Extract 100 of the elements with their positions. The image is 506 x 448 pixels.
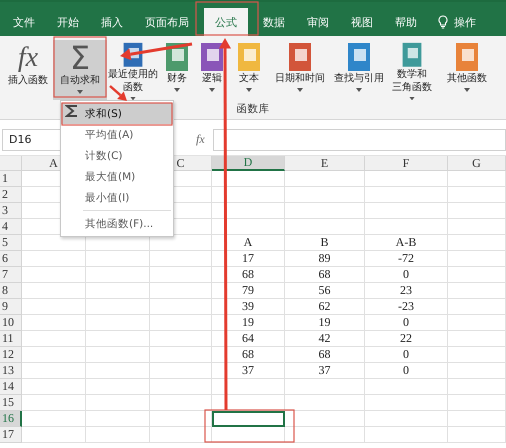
table-cell: [448, 379, 506, 395]
ribbon-button[interactable]: 财务: [159, 40, 195, 100]
table-cell: 37: [212, 363, 285, 379]
table-cell: [448, 267, 506, 283]
ribbon-button[interactable]: 数学和 三角函数: [387, 40, 437, 100]
row-header[interactable]: 14: [0, 379, 22, 395]
table-cell: 22: [365, 331, 448, 347]
table-cell: [150, 395, 212, 411]
row-header[interactable]: 7: [0, 267, 22, 283]
menu-item[interactable]: 平均值(A): [61, 124, 173, 145]
table-cell: [448, 283, 506, 299]
table-cell: 0: [365, 315, 448, 331]
highlight-frame: [53, 36, 107, 98]
table-cell: [448, 299, 506, 315]
ribbon-button[interactable]: Σ 自动求和: [53, 40, 107, 100]
row-header[interactable]: 17: [0, 427, 22, 443]
table-cell: [22, 299, 86, 315]
ribbon-tab[interactable]: 公式: [204, 8, 248, 36]
ribbon-button[interactable]: 文本: [229, 40, 269, 100]
table-cell: [448, 427, 506, 443]
table-cell: 37: [285, 363, 365, 379]
table-cell: [150, 315, 212, 331]
table-cell: [22, 379, 86, 395]
column-header[interactable]: E: [285, 156, 365, 171]
table-cell: A-B: [365, 235, 448, 251]
table-cell: 0: [365, 363, 448, 379]
row-header[interactable]: 2: [0, 187, 22, 203]
table-cell: 39: [212, 299, 285, 315]
row-header[interactable]: 3: [0, 203, 22, 219]
table-cell: [86, 395, 150, 411]
ribbon-button[interactable]: 日期和时间: [269, 40, 331, 100]
table-cell: [150, 251, 212, 267]
menu-item[interactable]: 求和(S): [61, 103, 173, 124]
lightbulb-icon[interactable]: [438, 15, 448, 29]
row-header[interactable]: 16: [0, 411, 22, 427]
table-cell: 17: [212, 251, 285, 267]
ribbon-button[interactable]: 其他函数: [437, 40, 497, 100]
row-header[interactable]: 13: [0, 363, 22, 379]
table-cell: [86, 331, 150, 347]
table-cell: [22, 315, 86, 331]
insert-function-button[interactable]: fx: [196, 132, 205, 147]
table-cell: [448, 235, 506, 251]
menu-item[interactable]: 其他函数(F)...: [61, 213, 173, 234]
group-label: 函数库: [236, 102, 270, 116]
table-cell: [150, 379, 212, 395]
table-cell: 68: [212, 267, 285, 283]
column-header[interactable]: D: [212, 156, 285, 171]
ribbon-tab[interactable]: 帮助: [384, 8, 428, 36]
table-cell: 68: [285, 267, 365, 283]
row-header[interactable]: 15: [0, 395, 22, 411]
formula-input[interactable]: [212, 128, 506, 150]
sigma-icon: [65, 104, 79, 118]
table-cell: 79: [212, 283, 285, 299]
tell-me-search[interactable]: 操作: [454, 14, 476, 30]
table-cell: [86, 267, 150, 283]
ribbon-tab[interactable]: 视图: [340, 8, 384, 36]
row-header[interactable]: 6: [0, 251, 22, 267]
menu-item[interactable]: 最小值(I): [61, 187, 173, 208]
table-cell: [448, 331, 506, 347]
row-header[interactable]: 10: [0, 315, 22, 331]
table-cell: 68: [212, 347, 285, 363]
ribbon-tab[interactable]: 数据: [252, 8, 296, 36]
table-cell: B: [285, 235, 365, 251]
table-cell: [86, 299, 150, 315]
row-header[interactable]: 9: [0, 299, 22, 315]
table-cell: 64: [212, 331, 285, 347]
ribbon-tab[interactable]: 文件: [2, 8, 46, 36]
ribbon-tab[interactable]: 审阅: [296, 8, 340, 36]
table-cell: [86, 379, 150, 395]
column-header[interactable]: F: [365, 156, 448, 171]
row-header[interactable]: 8: [0, 283, 22, 299]
table-cell: 19: [212, 315, 285, 331]
table-cell: [448, 315, 506, 331]
table-cell: A: [212, 235, 285, 251]
table-cell: [150, 347, 212, 363]
column-header[interactable]: G: [448, 156, 506, 171]
active-cell[interactable]: [212, 411, 285, 427]
table-cell: 42: [285, 331, 365, 347]
table-cell: [22, 395, 86, 411]
row-header[interactable]: 4: [0, 219, 22, 235]
row-header[interactable]: 12: [0, 347, 22, 363]
table-cell: [22, 427, 86, 443]
table-cell: -72: [365, 251, 448, 267]
ribbon-tab[interactable]: 页面布局: [134, 8, 200, 36]
row-header[interactable]: 1: [0, 171, 22, 187]
table-cell: [86, 363, 150, 379]
ribbon-button[interactable]: 逻辑: [195, 40, 229, 100]
table-cell: [22, 331, 86, 347]
table-cell: [22, 347, 86, 363]
table-cell: [448, 187, 506, 203]
table-cell: [150, 411, 212, 427]
ribbon-button[interactable]: fx 插入函数: [3, 40, 53, 100]
ribbon-button[interactable]: 查找与引用: [331, 40, 387, 100]
ribbon-tab[interactable]: 插入: [90, 8, 134, 36]
table-cell: 89: [285, 251, 365, 267]
table-cell: [448, 411, 506, 427]
ribbon-tab[interactable]: 开始: [46, 8, 90, 36]
row-header[interactable]: 11: [0, 331, 22, 347]
row-header[interactable]: 5: [0, 235, 22, 251]
highlight-frame: [195, 1, 259, 36]
